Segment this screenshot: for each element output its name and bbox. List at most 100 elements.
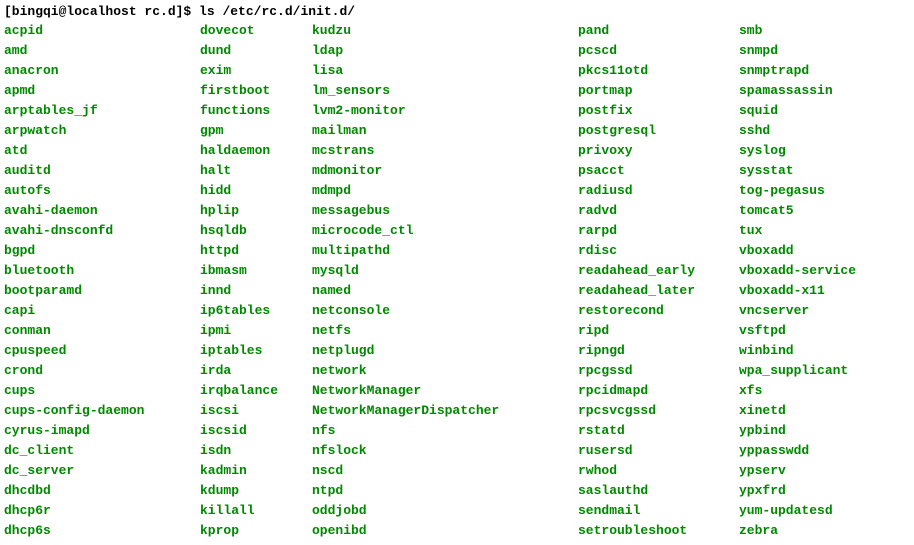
file-entry: xfs [739,381,856,401]
file-entry: tux [739,221,856,241]
file-entry: kprop [200,521,312,541]
file-entry: NetworkManagerDispatcher [312,401,578,421]
file-entry: ntpd [312,481,578,501]
file-entry: pcscd [578,41,739,61]
file-entry: rpcsvcgssd [578,401,739,421]
file-entry: sendmail [578,501,739,521]
file-entry: wpa_supplicant [739,361,856,381]
file-entry: acpid [4,21,200,41]
file-entry: oddjobd [312,501,578,521]
file-entry: sshd [739,121,856,141]
file-entry: sysstat [739,161,856,181]
file-column-4: pandpcscdpkcs11otdportmappostfixpostgres… [578,21,739,541]
file-entry: postgresql [578,121,739,141]
file-entry: syslog [739,141,856,161]
file-entry: hplip [200,201,312,221]
file-entry: dovecot [200,21,312,41]
file-entry: ypbind [739,421,856,441]
file-entry: mdmonitor [312,161,578,181]
file-entry: tomcat5 [739,201,856,221]
file-entry: rpcgssd [578,361,739,381]
file-entry: lvm2-monitor [312,101,578,121]
file-entry: dund [200,41,312,61]
file-entry: vboxadd-x11 [739,281,856,301]
file-entry: radvd [578,201,739,221]
file-entry: nfs [312,421,578,441]
file-entry: halt [200,161,312,181]
file-entry: cups [4,381,200,401]
file-entry: functions [200,101,312,121]
file-entry: mysqld [312,261,578,281]
file-entry: rstatd [578,421,739,441]
file-entry: NetworkManager [312,381,578,401]
file-entry: tog-pegasus [739,181,856,201]
file-entry: kudzu [312,21,578,41]
file-entry: lm_sensors [312,81,578,101]
file-column-1: acpidamdanacronapmdarptables_jfarpwatcha… [4,21,200,541]
file-entry: amd [4,41,200,61]
file-entry: capi [4,301,200,321]
file-entry: httpd [200,241,312,261]
file-entry: exim [200,61,312,81]
file-entry: hsqldb [200,221,312,241]
file-entry: readahead_early [578,261,739,281]
file-entry: ip6tables [200,301,312,321]
file-entry: openibd [312,521,578,541]
file-entry: dhcp6s [4,521,200,541]
file-entry: kdump [200,481,312,501]
file-entry: radiusd [578,181,739,201]
file-entry: crond [4,361,200,381]
file-entry: netconsole [312,301,578,321]
file-column-5: smbsnmpdsnmptrapdspamassassinsquidsshdsy… [739,21,856,541]
file-entry: dc_server [4,461,200,481]
file-entry: multipathd [312,241,578,261]
file-entry: cpuspeed [4,341,200,361]
file-entry: ibmasm [200,261,312,281]
file-entry: vboxadd-service [739,261,856,281]
file-entry: rwhod [578,461,739,481]
file-entry: killall [200,501,312,521]
file-entry: squid [739,101,856,121]
file-entry: auditd [4,161,200,181]
file-entry: yppasswdd [739,441,856,461]
file-entry: cups-config-daemon [4,401,200,421]
file-entry: kadmin [200,461,312,481]
file-entry: iscsid [200,421,312,441]
file-entry: yum-updatesd [739,501,856,521]
file-entry: nfslock [312,441,578,461]
terminal-prompt-line: [bingqi@localhost rc.d]$ ls /etc/rc.d/in… [4,4,910,19]
file-entry: setroubleshoot [578,521,739,541]
file-entry: atd [4,141,200,161]
file-entry: zebra [739,521,856,541]
file-entry: mdmpd [312,181,578,201]
file-entry: arpwatch [4,121,200,141]
file-entry: saslauthd [578,481,739,501]
file-entry: netfs [312,321,578,341]
file-entry: iptables [200,341,312,361]
file-entry: mcstrans [312,141,578,161]
file-entry: anacron [4,61,200,81]
file-entry: messagebus [312,201,578,221]
file-entry: network [312,361,578,381]
file-entry: innd [200,281,312,301]
file-entry: bgpd [4,241,200,261]
file-entry: dhcp6r [4,501,200,521]
file-entry: irqbalance [200,381,312,401]
file-entry: portmap [578,81,739,101]
file-entry: readahead_later [578,281,739,301]
shell-prompt: [bingqi@localhost rc.d]$ [4,4,199,19]
file-entry: apmd [4,81,200,101]
file-entry: nscd [312,461,578,481]
file-entry: dc_client [4,441,200,461]
file-entry: dhcdbd [4,481,200,501]
file-entry: hidd [200,181,312,201]
file-entry: haldaemon [200,141,312,161]
file-entry: iscsi [200,401,312,421]
file-entry: cyrus-imapd [4,421,200,441]
typed-command: ls /etc/rc.d/init.d/ [199,4,355,19]
file-entry: rusersd [578,441,739,461]
file-entry: mailman [312,121,578,141]
file-entry: rarpd [578,221,739,241]
file-entry: ypserv [739,461,856,481]
file-entry: xinetd [739,401,856,421]
